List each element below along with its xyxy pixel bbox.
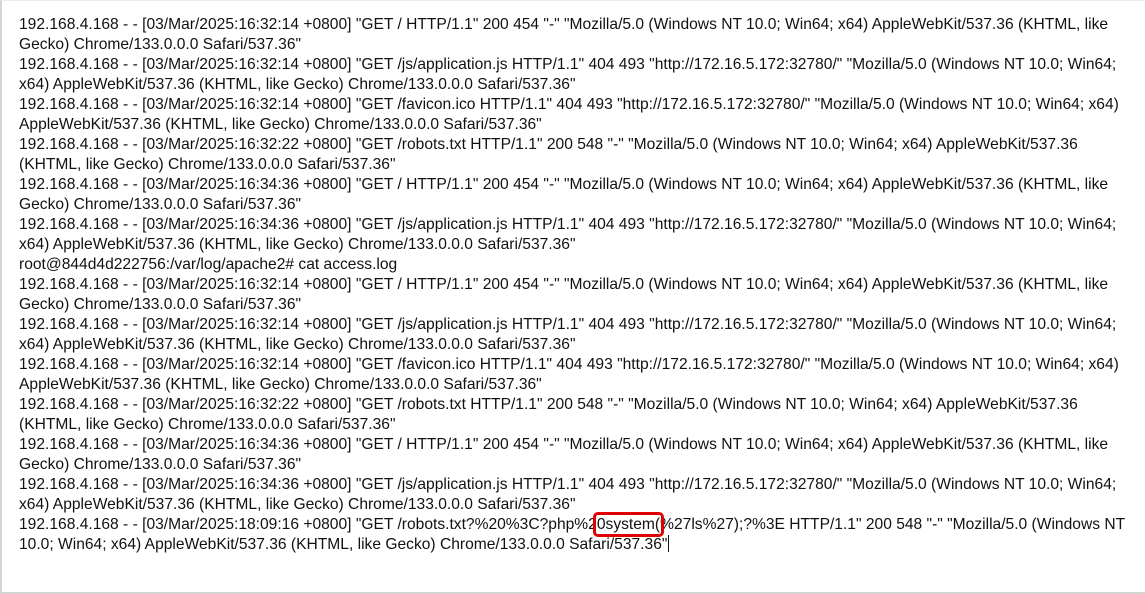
log-line-before: 192.168.4.168 - - [03/Mar/2025:18:09:16 … bbox=[19, 516, 597, 533]
log-line: 192.168.4.168 - - [03/Mar/2025:16:34:36 … bbox=[19, 476, 1117, 513]
log-line: 192.168.4.168 - - [03/Mar/2025:16:34:36 … bbox=[19, 176, 1109, 213]
log-line: 192.168.4.168 - - [03/Mar/2025:16:34:36 … bbox=[19, 216, 1117, 253]
log-line: 192.168.4.168 - - [03/Mar/2025:16:32:14 … bbox=[19, 96, 1119, 133]
terminal-window[interactable]: 192.168.4.168 - - [03/Mar/2025:16:32:14 … bbox=[0, 0, 1145, 594]
shell-prompt-command: root@844d4d222756:/var/log/apache2# cat … bbox=[19, 256, 398, 273]
log-line: 192.168.4.168 - - [03/Mar/2025:16:32:14 … bbox=[19, 56, 1117, 93]
log-line: 192.168.4.168 - - [03/Mar/2025:16:32:22 … bbox=[19, 136, 1078, 173]
text-cursor bbox=[668, 535, 670, 552]
highlighted-payload: 0system( bbox=[592, 512, 665, 537]
terminal-output[interactable]: 192.168.4.168 - - [03/Mar/2025:16:32:14 … bbox=[19, 15, 1141, 555]
log-line: 192.168.4.168 - - [03/Mar/2025:16:32:14 … bbox=[19, 356, 1119, 393]
log-line: 192.168.4.168 - - [03/Mar/2025:16:32:14 … bbox=[19, 316, 1117, 353]
log-line-injection: 192.168.4.168 - - [03/Mar/2025:18:09:16 … bbox=[19, 512, 1141, 555]
log-line: 192.168.4.168 - - [03/Mar/2025:16:32:22 … bbox=[19, 396, 1078, 433]
log-line: 192.168.4.168 - - [03/Mar/2025:16:32:14 … bbox=[19, 276, 1109, 313]
log-line: 192.168.4.168 - - [03/Mar/2025:16:32:14 … bbox=[19, 16, 1109, 53]
log-line: 192.168.4.168 - - [03/Mar/2025:16:34:36 … bbox=[19, 436, 1109, 473]
